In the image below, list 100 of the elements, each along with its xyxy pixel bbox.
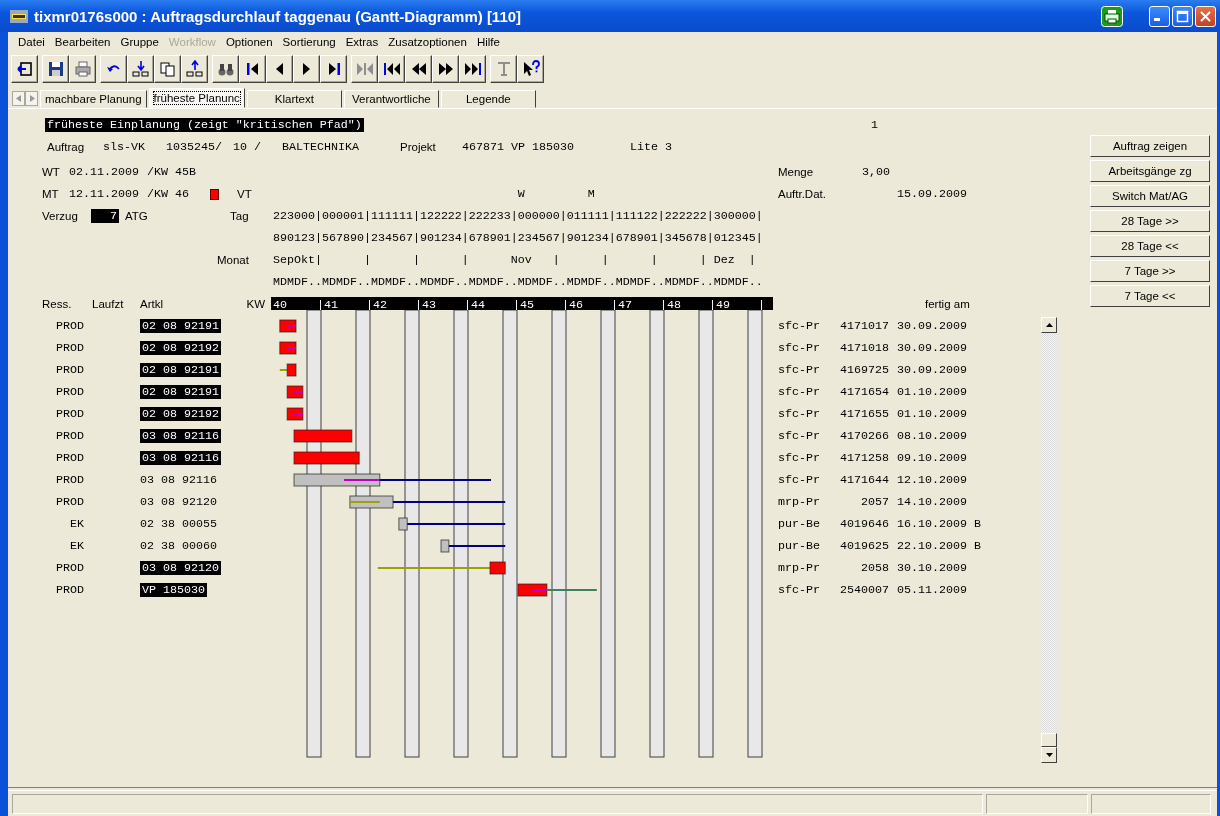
tab-scroll-right-button[interactable] — [25, 91, 38, 106]
maximize-button[interactable] — [1172, 5, 1193, 27]
number-cell-text: 4171644 — [839, 473, 889, 487]
toolbar-button[interactable] — [293, 55, 320, 83]
resource-cell: PROD — [56, 451, 84, 465]
tab-scroll-left-button[interactable] — [12, 91, 25, 106]
number-cell-text: 2057 — [860, 495, 889, 509]
menu-item[interactable]: Bearbeiten — [49, 36, 116, 48]
gantt-bar — [293, 429, 353, 443]
toolbar-button[interactable] — [239, 55, 266, 83]
article-cell: VP 185030 — [140, 583, 207, 597]
menu-item[interactable]: Sortierung — [277, 36, 341, 48]
toolbar-button[interactable] — [181, 55, 208, 83]
resource-cell: PROD — [56, 341, 84, 355]
number-cell-text: 2058 — [860, 561, 889, 575]
action-button[interactable]: 28 Tage << — [1090, 235, 1210, 257]
type-cell-text: mrp-Pr — [778, 561, 821, 575]
scroll-up-button[interactable] — [1041, 317, 1057, 333]
date-cell-text: 01.10.2009 — [897, 385, 968, 399]
column-header: fertig am — [925, 298, 970, 310]
copy-icon — [158, 60, 177, 78]
previous-icon — [276, 63, 283, 75]
week-label: |41 — [317, 297, 338, 312]
resource-cell: PROD — [56, 363, 84, 377]
toolbar-button[interactable] — [459, 55, 486, 83]
type-cell-text: mrp-Pr — [778, 495, 821, 509]
scrollbar[interactable] — [1041, 317, 1057, 763]
toolbar-button[interactable] — [42, 55, 69, 83]
article-cell: 02 08 92192 — [140, 407, 221, 421]
gantt-bar — [349, 495, 394, 509]
toolbar-button[interactable] — [11, 55, 38, 83]
action-button[interactable]: Arbeitsgänge zg — [1090, 160, 1210, 182]
date-cell-text: 08.10.2009 — [897, 429, 968, 443]
tab[interactable]: früheste Planunc — [148, 88, 245, 108]
toolbar-button[interactable] — [69, 55, 96, 83]
date-cell-text: 30.10.2009 — [897, 561, 968, 575]
number-cell-text: 4019625 — [839, 539, 889, 553]
timeline-marker: W — [517, 187, 525, 201]
resource-cell: EK — [70, 539, 84, 553]
menu-item[interactable]: Optionen — [220, 36, 278, 48]
gantt-bar — [286, 363, 297, 377]
gantt-line — [287, 347, 296, 349]
box-arrow-up-icon — [185, 60, 204, 78]
week-label: |49 — [709, 297, 730, 312]
toolbar-button[interactable] — [100, 55, 127, 83]
type-cell-text: sfc-Pr — [778, 341, 821, 355]
left-arrow-icon — [15, 95, 22, 102]
article-cell: 02 08 92192 — [140, 341, 221, 355]
toolbar-button[interactable] — [320, 55, 347, 83]
number-cell-text: 4171654 — [839, 385, 889, 399]
date-cell-text: 01.10.2009 — [897, 407, 968, 421]
tab[interactable]: machbare Planung — [40, 90, 147, 108]
weekday-ruler: MDMDF..MDMDF..MDMDF..MDMDF..MDMDF..MDMDF..MDMDF..MDMDF..MDMDF..MDMDF.. — [273, 275, 764, 289]
toolbar-button[interactable] — [378, 55, 405, 83]
type-cell-text: pur-Be — [778, 517, 821, 531]
close-icon — [1199, 9, 1212, 23]
toolbar-button[interactable] — [212, 55, 239, 83]
field-label: VT — [237, 188, 253, 200]
menu-item[interactable]: Zusatzoptionen — [383, 36, 472, 48]
action-button[interactable]: Switch Mat/AG — [1090, 185, 1210, 207]
toolbar-button[interactable] — [266, 55, 293, 83]
toolbar-button[interactable] — [154, 55, 181, 83]
week-label: |45 — [513, 297, 534, 312]
printer-icon[interactable] — [1101, 5, 1123, 27]
toolbar-button[interactable] — [127, 55, 154, 83]
action-button[interactable]: 7 Tage << — [1090, 285, 1210, 307]
section-title: früheste Einplanung (zeigt "kritischen Pfad") — [45, 118, 364, 132]
action-button[interactable]: Auftrag zeigen — [1090, 135, 1210, 157]
menu-item[interactable]: Gruppe — [115, 36, 164, 48]
number-cell-text: 4170266 — [839, 429, 889, 443]
action-button[interactable]: 7 Tage >> — [1090, 260, 1210, 282]
date-cell-text: 16.10.2009 B — [897, 517, 982, 531]
type-cell-text: sfc-Pr — [778, 583, 821, 597]
field-label: WT — [42, 166, 61, 178]
tab[interactable]: Verantwortliche — [343, 90, 439, 108]
gantt-line — [349, 501, 380, 503]
toolbar-button[interactable] — [405, 55, 432, 83]
gantt-bar — [286, 407, 304, 421]
menu-item[interactable]: Hilfe — [471, 36, 505, 48]
scroll-thumb[interactable] — [1041, 733, 1057, 747]
window-title: tixmr0176s000 : Auftragsdurchlauf taggenau (Gantt-Diagramm) [110] — [34, 7, 523, 25]
scroll-down-button[interactable] — [1041, 747, 1057, 763]
date-cell-text: 30.09.2009 — [897, 319, 968, 333]
gantt-bar — [279, 319, 297, 333]
toolbar-button[interactable] — [517, 55, 544, 83]
type-cell-text: sfc-Pr — [778, 319, 821, 333]
close-button[interactable] — [1195, 5, 1216, 27]
menu-item[interactable]: Datei — [13, 36, 50, 48]
minimize-button[interactable] — [1149, 5, 1170, 27]
tab[interactable]: Klartext — [246, 90, 342, 108]
action-button[interactable]: 28 Tage >> — [1090, 210, 1210, 232]
type-cell-text: sfc-Pr — [778, 385, 821, 399]
order-number: 1035245/ — [166, 140, 223, 154]
tab[interactable]: Legende — [440, 90, 536, 108]
article-cell: 02 08 92191 — [140, 385, 221, 399]
toolbar-button[interactable] — [432, 55, 459, 83]
article-cell: 03 08 92120 — [140, 561, 221, 575]
menu-item[interactable]: Extras — [340, 36, 384, 48]
maximize-icon — [1176, 9, 1189, 23]
number-cell-text: 4171018 — [839, 341, 889, 355]
